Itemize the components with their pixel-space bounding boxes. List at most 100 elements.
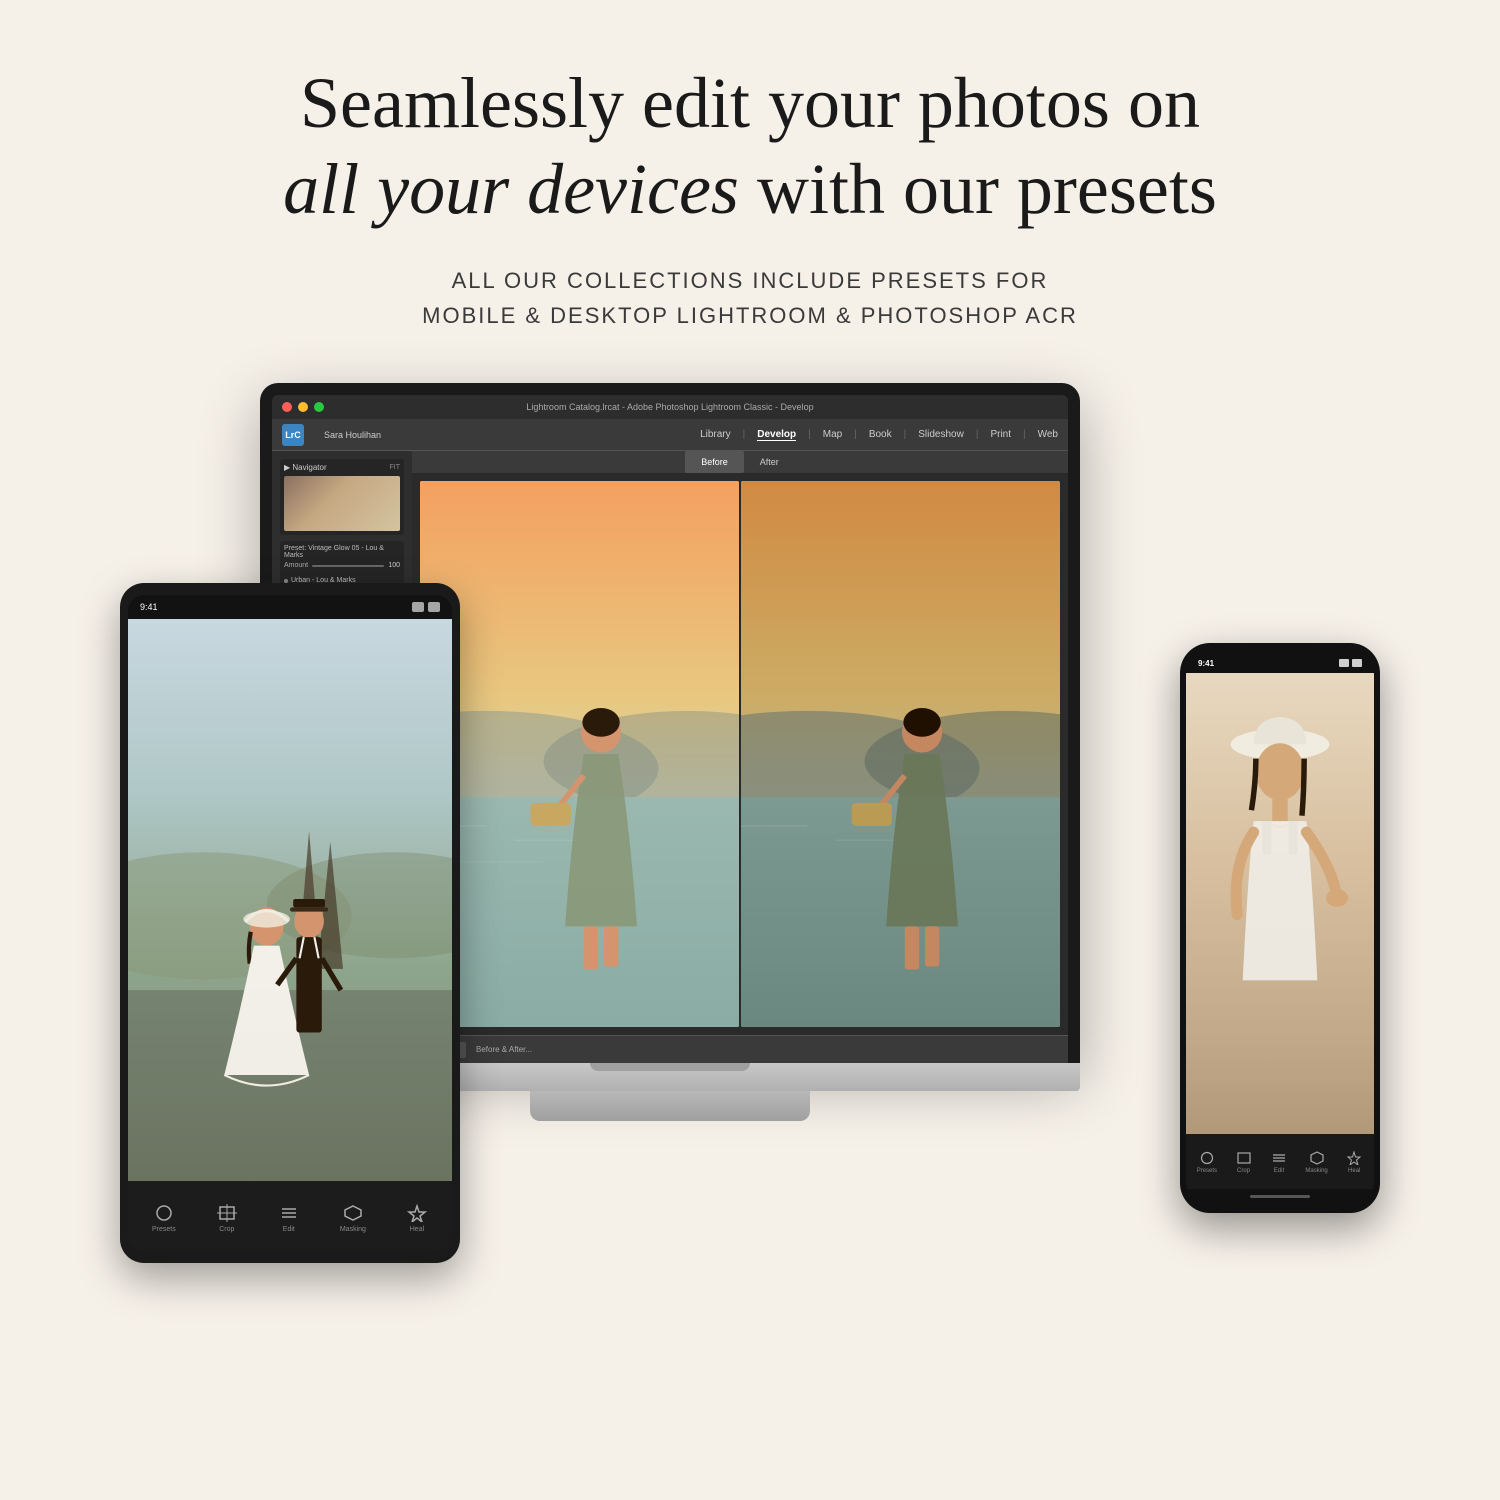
battery-icon <box>428 602 440 612</box>
edit-label: Edit <box>283 1226 295 1233</box>
nav-web[interactable]: Web <box>1038 429 1058 440</box>
titlebar-title: Lightroom Catalog.lrcat - Adobe Photosho… <box>526 402 813 412</box>
tablet-photo-image <box>128 619 452 1181</box>
navigator-fit: FIT <box>390 464 401 471</box>
nav-sep5: | <box>976 429 979 440</box>
amount-row: Amount 100 <box>284 562 400 569</box>
phone-screen: 9:41 <box>1186 653 1374 1203</box>
nav-slideshow[interactable]: Slideshow <box>918 429 964 440</box>
phone-tool-edit[interactable]: Edit <box>1270 1150 1288 1174</box>
phone-tool-presets[interactable]: Presets <box>1197 1150 1217 1174</box>
masking-icon <box>342 1203 364 1223</box>
nav-book[interactable]: Book <box>869 429 892 440</box>
wifi-icon <box>412 602 424 612</box>
phone-status-icons <box>1339 659 1362 667</box>
minimize-button-dot[interactable] <box>298 402 308 412</box>
tablet-tool-masking[interactable]: Masking <box>340 1203 366 1233</box>
after-button[interactable]: After <box>744 451 795 473</box>
nav-sep2: | <box>808 429 811 440</box>
tablet-status-bar: 9:41 <box>128 595 452 619</box>
headline-line1: Seamlessly edit your photos on <box>283 60 1217 146</box>
battery-icon <box>1352 659 1362 667</box>
edit-icon <box>278 1203 300 1223</box>
navigator-label: ▶ Navigator <box>284 463 327 472</box>
phone-time: 9:41 <box>1198 659 1214 668</box>
before-button[interactable]: Before <box>685 451 744 473</box>
navigator-header: ▶ Navigator FIT <box>284 463 400 472</box>
headline: Seamlessly edit your photos on all your … <box>283 60 1217 233</box>
nav-library[interactable]: Library <box>700 429 731 440</box>
laptop-notch <box>590 1063 750 1071</box>
amount-label: Amount <box>284 562 308 569</box>
crop-icon <box>216 1203 238 1223</box>
app-nav: Library | Develop | Map | Book | Slidesh… <box>700 429 1058 441</box>
amount-value: 100 <box>388 562 400 569</box>
heal-icon <box>406 1203 428 1223</box>
subtitle-line1: ALL OUR COLLECTIONS INCLUDE PRESETS FOR <box>422 263 1078 298</box>
phone-presets-label: Presets <box>1197 1168 1217 1174</box>
tablet-tool-icons-row: Presets Crop <box>132 1203 448 1233</box>
maximize-button-dot[interactable] <box>314 402 324 412</box>
phone-tool-crop[interactable]: Crop <box>1235 1150 1253 1174</box>
nav-map[interactable]: Map <box>823 429 842 440</box>
laptop-titlebar: Lightroom Catalog.lrcat - Adobe Photosho… <box>272 395 1068 419</box>
phone-toolbar: Presets Crop Edit <box>1186 1134 1374 1189</box>
phone-home-bar <box>1186 1189 1374 1203</box>
main-photo-area: Before After <box>412 451 1068 1063</box>
tablet-photo <box>128 619 452 1181</box>
phone-body: 9:41 <box>1180 643 1380 1213</box>
photo-after <box>741 481 1060 1027</box>
app-bottom-toolbar: Before & After... <box>412 1035 1068 1063</box>
tablet-tool-presets[interactable]: Presets <box>152 1203 176 1233</box>
navigator-thumbnail <box>284 476 400 531</box>
tablet-tool-edit[interactable]: Edit <box>278 1203 300 1233</box>
phone-photo <box>1186 673 1374 1134</box>
phone-edit-icon <box>1270 1150 1288 1166</box>
nav-develop[interactable]: Develop <box>757 429 796 441</box>
phone-masking-icon <box>1308 1150 1326 1166</box>
heal-label: Heal <box>410 1226 424 1233</box>
phone-heal-label: Heal <box>1348 1168 1360 1174</box>
ba-dropdown[interactable]: Before & After... <box>476 1045 532 1054</box>
nav-print[interactable]: Print <box>990 429 1011 440</box>
tablet-time: 9:41 <box>140 602 158 612</box>
headline-normal-part: with our presets <box>739 149 1217 229</box>
tablet-tool-crop[interactable]: Crop <box>216 1203 238 1233</box>
photo-comparison <box>412 473 1068 1035</box>
phone-tool-heal[interactable]: Heal <box>1345 1150 1363 1174</box>
signal-icon <box>1339 659 1349 667</box>
tablet-body: 9:41 <box>120 583 460 1263</box>
headline-line2: all your devices with our presets <box>283 146 1217 232</box>
app-menubar: LrC Sara Houlihan Library | Develop | Ma… <box>272 419 1068 451</box>
laptop-stand <box>530 1091 810 1121</box>
phone-presets-icon <box>1198 1150 1216 1166</box>
close-button-dot[interactable] <box>282 402 292 412</box>
lr-logo: LrC <box>282 424 304 446</box>
presets-label: Presets <box>152 1226 176 1233</box>
headline-italic-part: all your devices <box>283 149 739 229</box>
tablet-status-icons <box>412 602 440 612</box>
masking-label: Masking <box>340 1226 366 1233</box>
before-after-bar: Before After <box>412 451 1068 473</box>
phone-masking-label: Masking <box>1305 1168 1327 1174</box>
nav-sep4: | <box>904 429 907 440</box>
nav-sep3: | <box>854 429 857 440</box>
subtitle: ALL OUR COLLECTIONS INCLUDE PRESETS FOR … <box>422 263 1078 333</box>
photo-before <box>420 481 739 1027</box>
amount-slider[interactable] <box>312 565 384 567</box>
tablet-tool-heal[interactable]: Heal <box>406 1203 428 1233</box>
page: Seamlessly edit your photos on all your … <box>0 0 1500 1500</box>
navigator-panel: ▶ Navigator FIT <box>280 459 404 535</box>
subtitle-line2: MOBILE & DESKTOP LIGHTROOM & PHOTOSHOP A… <box>422 298 1078 333</box>
phone: 9:41 <box>1180 643 1380 1213</box>
phone-status-bar: 9:41 <box>1186 653 1374 673</box>
devices-container: Lightroom Catalog.lrcat - Adobe Photosho… <box>100 383 1400 1303</box>
phone-edit-label: Edit <box>1274 1168 1284 1174</box>
home-indicator <box>1250 1195 1310 1198</box>
nav-sep6: | <box>1023 429 1026 440</box>
tablet: 9:41 <box>120 583 460 1263</box>
phone-tool-masking[interactable]: Masking <box>1305 1150 1327 1174</box>
preset-name-label: Preset: Vintage Glow 05 - Lou & Marks <box>284 545 400 559</box>
nav-sep1: | <box>743 429 746 440</box>
presets-icon <box>153 1203 175 1223</box>
